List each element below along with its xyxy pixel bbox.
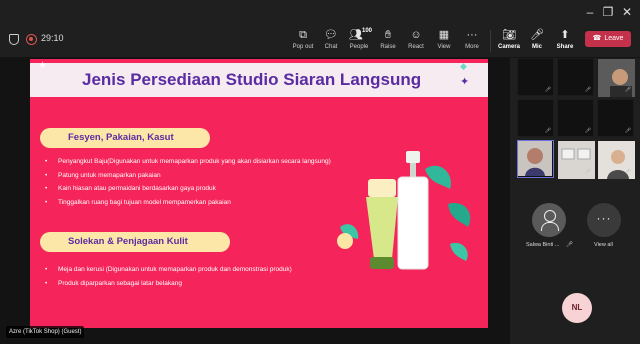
flower-shape xyxy=(337,233,353,249)
video-tile[interactable]: 🎤︎ xyxy=(557,99,594,137)
share-label: Share xyxy=(556,44,574,50)
window-title-bar: – ❐ ✕ xyxy=(0,0,640,24)
list-item: Kain hiasan atau permaidani berdasarkan … xyxy=(45,185,335,194)
list-item: Produk diparparkan sebagai latar belakan… xyxy=(45,280,335,289)
video-tile[interactable]: 🎤︎ xyxy=(517,99,554,137)
shared-slide: Jenis Persediaan Studio Siaran Langsung … xyxy=(30,59,488,328)
mic-off-icon: 🎤︎ xyxy=(544,128,551,134)
mic-off-icon: 🎤︎ xyxy=(584,128,591,134)
window-shape xyxy=(577,148,591,160)
presenter-name-label: Azre (TikTok Shop) (Guest) xyxy=(6,326,85,338)
mic-off-icon: 🎤︎ xyxy=(566,242,573,248)
mic-off-icon: 🎤︎ xyxy=(624,87,631,93)
mic-off-icon: 🎤︎ xyxy=(584,169,591,175)
maximize-icon[interactable]: ❐ xyxy=(600,4,616,20)
video-tile[interactable]: 🎤︎ xyxy=(557,140,595,179)
participant-video xyxy=(518,141,552,176)
mic-off-icon: 🎤︎ xyxy=(624,169,631,175)
phone-hangup-icon: ☎ xyxy=(592,35,602,42)
list-item: Tinggalkan ruang bagi tujuan model mempa… xyxy=(45,199,335,208)
list-item: Patung untuk memaparkan pakaian xyxy=(45,172,335,181)
sparkle-icon: ✦ xyxy=(38,60,48,72)
share-icon: ⬆ xyxy=(560,29,570,41)
video-tile[interactable]: 🎤︎ xyxy=(517,58,554,96)
view-all-button[interactable]: ··· xyxy=(587,203,621,237)
participant-name: Salwa Binti ... xyxy=(526,242,560,248)
more-label: More xyxy=(465,44,479,50)
video-tile[interactable]: 🎤︎ xyxy=(597,140,635,179)
mic-off-icon: 🎤︎ xyxy=(584,87,591,93)
video-tile[interactable]: 🎤︎ xyxy=(597,58,635,97)
video-tile[interactable]: 🎤︎ xyxy=(557,58,594,96)
mic-off-icon: 🎤︎ xyxy=(624,128,631,134)
sparkle-icon: ✦ xyxy=(460,76,470,88)
more-button[interactable]: ··· More xyxy=(455,27,489,55)
face-shape xyxy=(527,148,543,164)
recording-icon xyxy=(26,34,37,45)
video-tile[interactable]: 🎤︎ xyxy=(597,99,634,137)
participant-avatar[interactable] xyxy=(532,203,566,237)
share-button[interactable]: ⬆ Share xyxy=(548,27,582,55)
tube-cap-shape xyxy=(368,179,396,197)
self-avatar[interactable]: NL xyxy=(562,293,592,323)
video-tile-speaking[interactable] xyxy=(517,140,554,178)
meeting-timer: 29:10 xyxy=(41,33,64,43)
slide-title-band: Jenis Persediaan Studio Siaran Langsung xyxy=(30,63,488,97)
section-heading-makeup: Solekan & Penjagaan Kulit xyxy=(40,232,230,252)
close-icon[interactable]: ✕ xyxy=(619,4,635,20)
makeup-list: Meja dan kerusi (Digunakan untuk memapar… xyxy=(45,266,335,293)
leave-button[interactable]: ☎ Leave xyxy=(585,31,631,47)
cosmetic-products-illustration xyxy=(337,151,471,270)
tube-body-shape xyxy=(366,197,398,259)
window-shape xyxy=(561,148,575,160)
meeting-toolbar: 29:10 ⧉ Pop out 💬︎ Chat 👥︎ 100 People ✋︎… xyxy=(0,24,640,58)
leaf-shape xyxy=(450,242,468,261)
shield-icon[interactable] xyxy=(9,34,19,45)
minimize-icon[interactable]: – xyxy=(582,4,598,20)
leave-label: Leave xyxy=(604,35,624,42)
bottle-shape xyxy=(397,176,429,270)
list-item: Penyangkut Baju(Digunakan untuk memapark… xyxy=(45,158,335,167)
pump-head-shape xyxy=(406,151,420,163)
section-heading-fashion: Fesyen, Pakaian, Kasut xyxy=(40,128,210,148)
list-item: Meja dan kerusi (Digunakan untuk memapar… xyxy=(45,266,335,275)
view-all-label: View all xyxy=(594,242,613,248)
more-icon: ··· xyxy=(466,29,478,41)
face-shape xyxy=(611,150,625,164)
tube-base-shape xyxy=(370,257,394,269)
leaf-shape xyxy=(425,165,451,189)
fashion-list: Penyangkut Baju(Digunakan untuk memapark… xyxy=(45,158,335,212)
mic-off-icon: 🎤︎ xyxy=(544,87,551,93)
face-shape xyxy=(612,69,628,85)
sparkle-icon: ◆ xyxy=(460,61,467,71)
leaf-shape xyxy=(448,203,471,227)
toolbar-divider xyxy=(490,30,491,52)
slide-title: Jenis Persediaan Studio Siaran Langsung xyxy=(82,70,422,89)
